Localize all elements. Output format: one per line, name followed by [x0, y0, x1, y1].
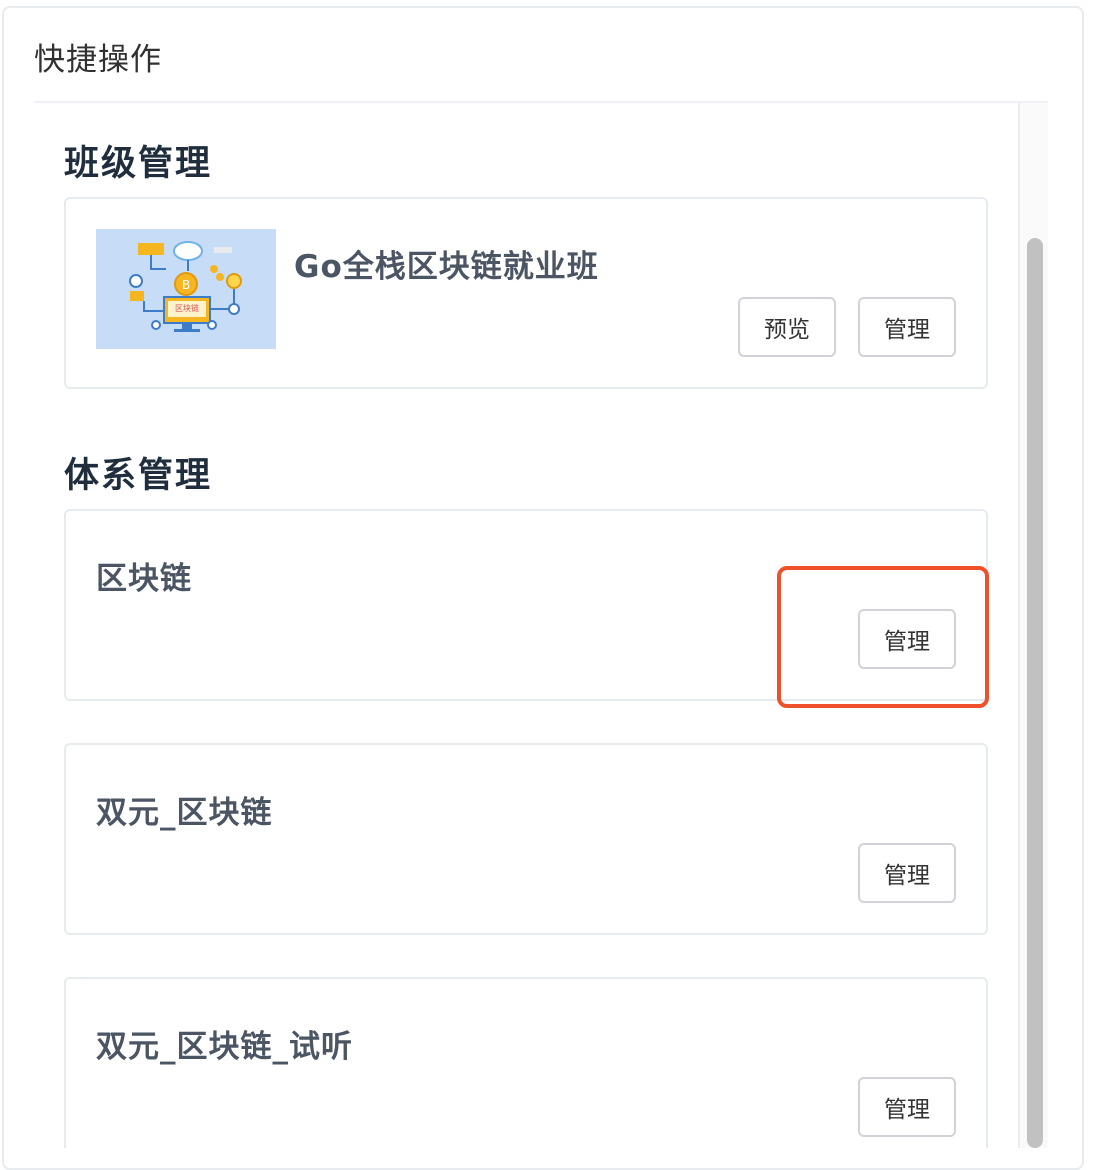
- blockchain-illustration-icon: B: [96, 229, 276, 349]
- system-card: 区块链 管理: [64, 509, 988, 701]
- class-card: B 区块链 Go全栈区块链就业班 预览 管理: [64, 197, 988, 389]
- system-name: 双元_区块链: [96, 795, 273, 831]
- preview-button[interactable]: 预览: [738, 297, 836, 357]
- scroll-area: 班级管理 B 区块链 Go全栈区块链就业班 预览 管理 体系管理 区块链 管理 …: [34, 103, 1048, 1148]
- class-name: Go全栈区块链就业班: [294, 249, 599, 285]
- class-manage-button[interactable]: 管理: [858, 297, 956, 357]
- section-title-system: 体系管理: [64, 456, 213, 496]
- section-title-class: 班级管理: [64, 144, 213, 184]
- scrollbar-thumb[interactable]: [1027, 238, 1043, 1148]
- system-card: 双元_区块链_试听 管理: [64, 977, 988, 1148]
- system-manage-button[interactable]: 管理: [858, 1077, 956, 1137]
- thumbnail-label: 区块链: [175, 304, 199, 313]
- system-name: 区块链: [96, 561, 192, 597]
- system-manage-button[interactable]: 管理: [858, 609, 956, 669]
- panel-title: 快捷操作: [34, 42, 162, 78]
- system-name: 双元_区块链_试听: [96, 1029, 353, 1065]
- system-manage-button[interactable]: 管理: [858, 843, 956, 903]
- svg-text:B: B: [182, 278, 190, 292]
- blockchain-thumbnail-image: B 区块链: [96, 229, 276, 349]
- system-card: 双元_区块链 管理: [64, 743, 988, 935]
